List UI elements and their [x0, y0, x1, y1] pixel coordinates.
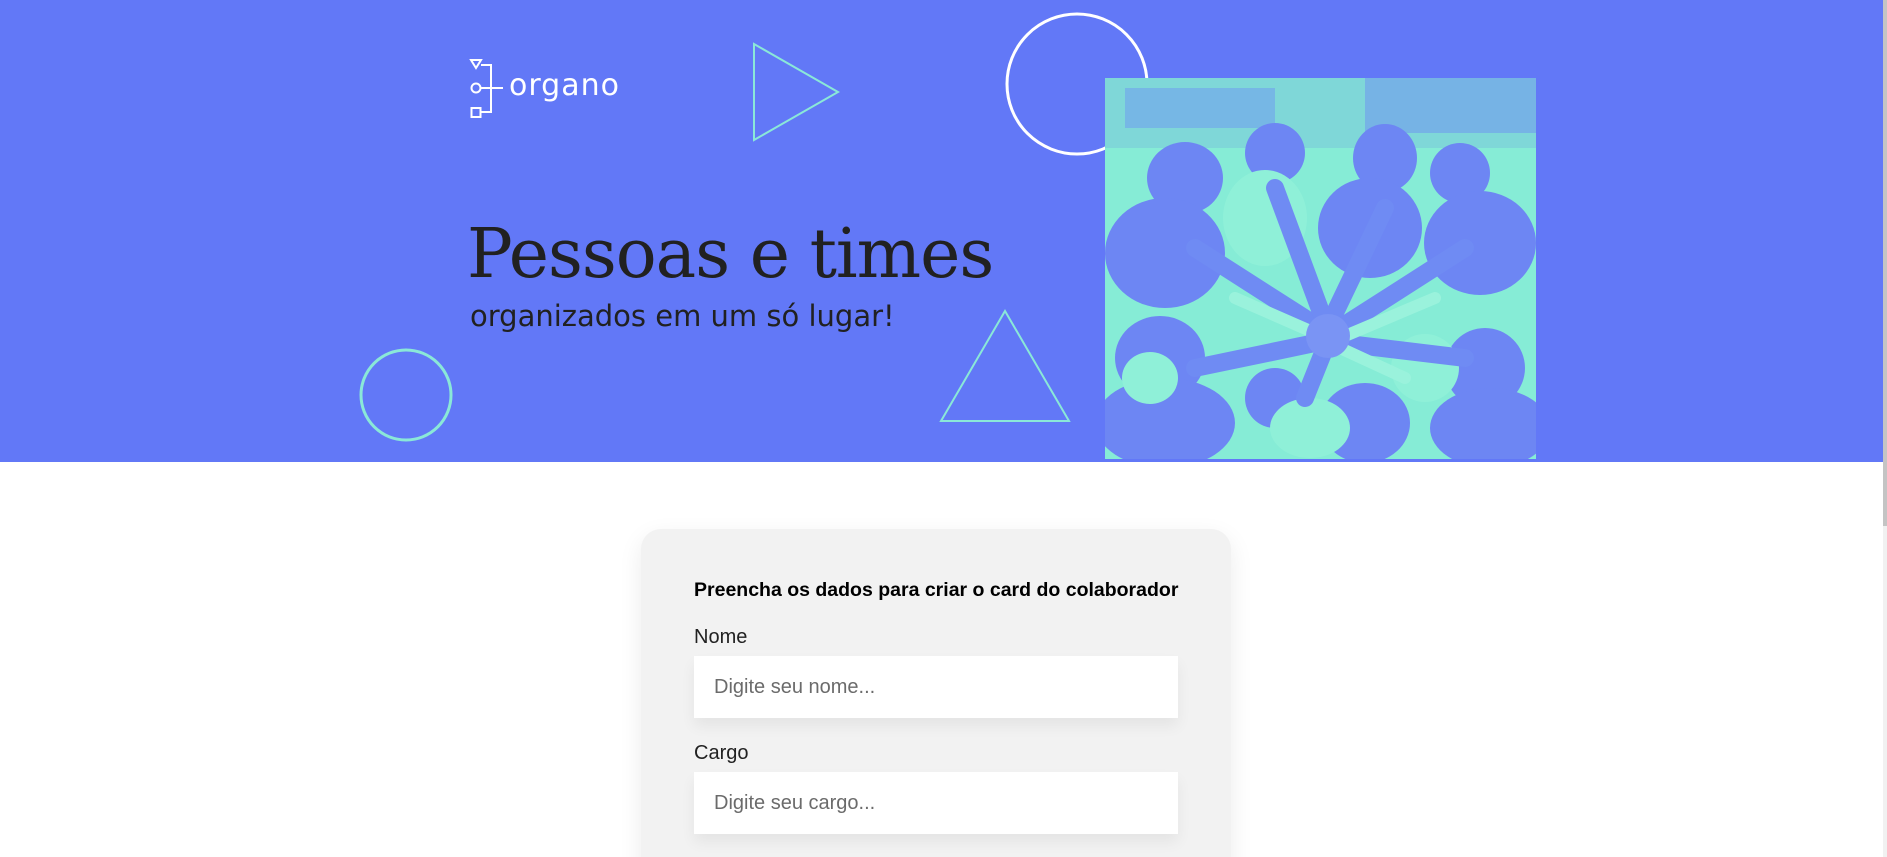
team-photo-image [1105, 78, 1536, 459]
name-input[interactable] [694, 656, 1178, 718]
hero-subtitle: organizados em um só lugar! [470, 299, 895, 333]
hero-banner: organo Pessoas e times organizados em um… [0, 0, 1883, 462]
triangle-up-outline-icon [939, 309, 1071, 422]
logo-text: organo [509, 68, 620, 103]
form-heading: Preencha os dados para criar o card do c… [694, 579, 1179, 601]
logo-mark-icon [469, 59, 503, 118]
role-input[interactable] [694, 772, 1178, 834]
organo-logo[interactable]: organo [469, 58, 649, 120]
triangle-right-outline-icon [753, 42, 841, 142]
collaborator-form: Preencha os dados para criar o card do c… [641, 529, 1231, 857]
page-scrollbar[interactable] [1883, 0, 1887, 857]
circle-small-outline-icon [359, 348, 453, 442]
page: organo Pessoas e times organizados em um… [0, 0, 1883, 857]
role-label: Cargo [694, 742, 749, 764]
hero-title: Pessoas e times [467, 215, 994, 294]
scrollbar-thumb[interactable] [1883, 0, 1887, 526]
name-label: Nome [694, 626, 748, 648]
